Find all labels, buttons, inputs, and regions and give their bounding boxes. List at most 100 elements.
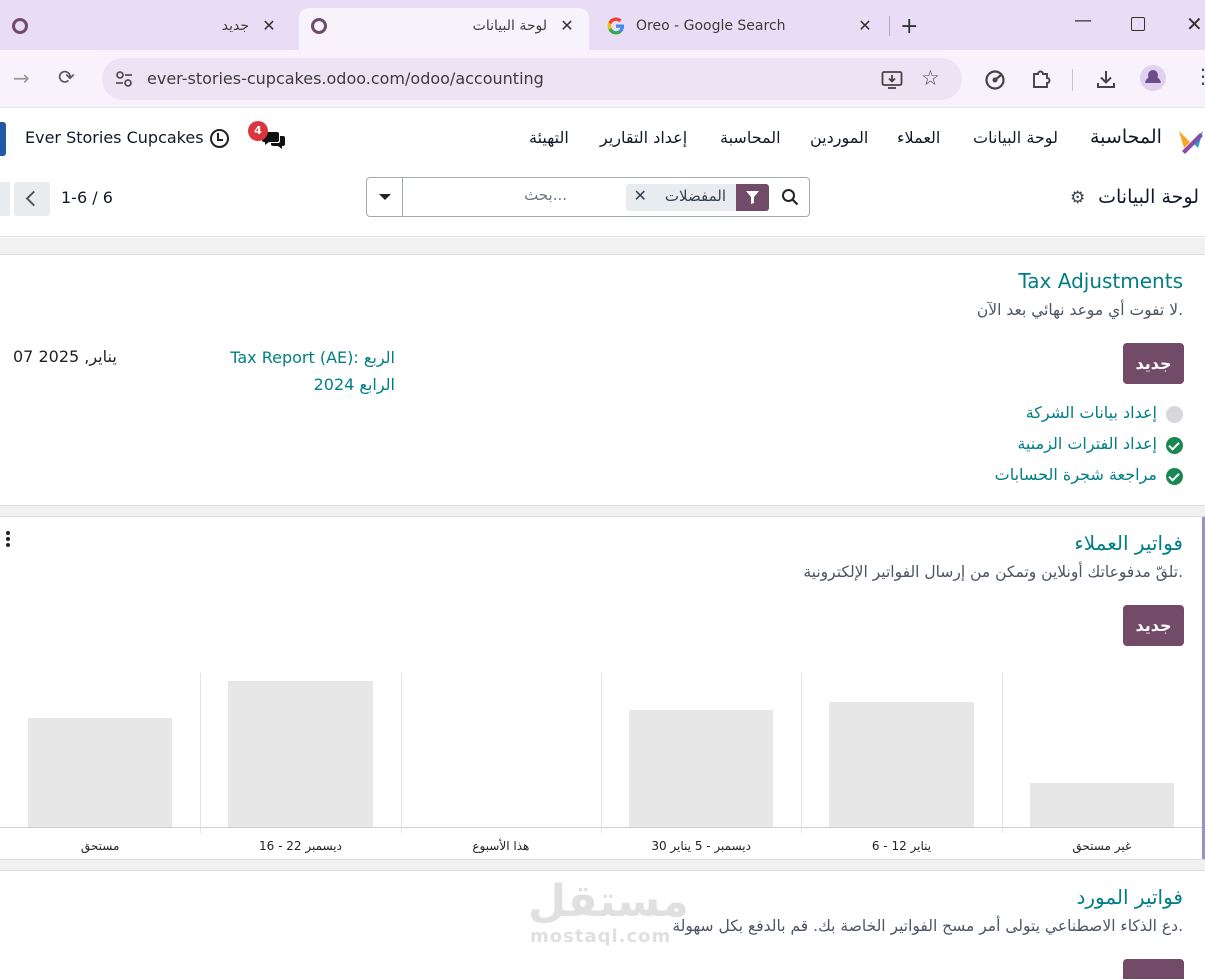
menu-dashboard[interactable]: لوحة البيانات [973,128,1058,147]
chart-gridline [601,673,602,833]
accounting-app-icon[interactable] [1176,125,1205,155]
dashboard-area: Tax Adjustments لا تفوت أي موعد نهائي بع… [0,238,1205,980]
chart-tick-label: مستحق [80,839,120,853]
new-invoice-button[interactable]: جديد [1123,605,1184,646]
close-icon[interactable]: ✕ [557,16,577,35]
chart-gridline [801,673,803,833]
browser-menu-icon[interactable]: ⋮ [1193,64,1205,88]
chart-bar[interactable] [228,681,373,827]
extensions-icon[interactable] [1030,68,1052,90]
card-subtitle: تلقّ مدفوعاتك أونلاين وتمكن من إرسال الف… [803,563,1183,581]
menu-settings[interactable]: التهيئة [529,128,569,147]
window-close-icon[interactable]: ✕ [1186,12,1203,36]
check-icon [1166,437,1183,454]
card-subtitle: دع الذكاء الاصطناعي يتولى أمر مسح الفوات… [672,917,1183,935]
card-title[interactable]: فواتير العملاء [1074,531,1183,555]
tax-report-link-line2: الرابع 2024 [313,375,395,394]
download-icon[interactable] [1095,68,1117,90]
chart-bar[interactable] [629,709,774,827]
pager-next-button[interactable] [0,182,10,216]
browser-tab-dashboard[interactable]: لوحة البيانات ✕ [299,8,589,50]
control-panel: لوحة البيانات ⚙ ✕ المفضلات 1-6 / 6 [0,169,1205,237]
minimize-icon[interactable]: — [1074,10,1092,31]
odoo-icon [311,18,327,34]
page-title: لوحة البيانات [1098,186,1199,208]
step-label: إعداد بيانات الشركة [1025,403,1157,422]
chart-tick-label: هذا الأسبوع [472,839,530,853]
tab-title: لوحة البيانات [472,18,547,34]
pending-icon [1166,406,1183,423]
tab-title: جديد [221,18,249,34]
search-facet: ✕ المفضلات [625,184,769,211]
facet-label: المفضلات [664,187,726,205]
card-options-icon[interactable] [6,531,10,549]
toolbar-separator [1072,69,1073,91]
menu-reporting[interactable]: إعداد التقارير [600,128,687,147]
chart-tick-label: غير مستحق [1072,839,1132,853]
chart-gridline [1001,673,1003,833]
browser-tab-google[interactable]: Oreo - Google Search ✕ [595,8,885,50]
menu-accounting[interactable]: المحاسبة [720,128,781,147]
customer-invoices-card: فواتير العملاء تلقّ مدفوعاتك أونلاين وتم… [0,516,1205,860]
filter-icon [736,184,769,211]
remove-facet-icon[interactable]: ✕ [626,184,655,211]
install-app-icon[interactable] [881,70,903,90]
search-options-toggle[interactable] [367,178,403,216]
watermark-domain: mostaql.com [530,926,672,947]
tax-adjustments-card: Tax Adjustments لا تفوت أي موعد نهائي بع… [0,254,1205,506]
close-icon[interactable]: ✕ [259,16,279,35]
maximize-icon[interactable] [1131,17,1145,31]
check-icon [1166,468,1183,485]
gear-icon[interactable]: ⚙ [1070,188,1085,208]
new-tab-icon[interactable]: + [900,14,918,39]
pager-value[interactable]: 1-6 / 6 [61,188,113,207]
onboarding-step-chart-of-accounts[interactable]: مراجعة شجرة الحسابات [883,465,1183,489]
odoo-navbar: Ever Stories Cupcakes 4 التهيئة إعداد ال… [0,109,1205,169]
side-tab-handle[interactable] [0,122,6,156]
chart-bar[interactable] [1029,782,1174,827]
bookmark-star-icon[interactable]: ☆ [921,66,940,90]
app-name[interactable]: المحاسبة [1090,126,1162,148]
browser-tab-new[interactable]: جديد ✕ [0,8,295,50]
onboarding-step-company[interactable]: إعداد بيانات الشركة [883,403,1183,427]
activity-clock-icon[interactable] [210,129,229,148]
card-title[interactable]: Tax Adjustments [1018,269,1183,293]
reload-icon[interactable]: ⟳ [58,65,75,89]
browser-tab-bar: جديد ✕ لوحة البيانات ✕ Oreo - Google Sea… [0,0,1205,50]
deadline-date: 07 يناير, 2025 [13,347,117,366]
chart-tick-label: 6 - 12 يناير [871,839,932,853]
performance-icon[interactable] [984,69,1006,91]
watermark-text: مستقل [528,876,689,927]
tax-report-link-line1: Tax Report (AE): الربع [230,348,395,367]
new-bill-button[interactable] [1123,959,1184,979]
chart-gridline [400,673,402,833]
chart-tick-label: 16 - 22 ديسمبر [259,839,342,853]
pager-previous-button[interactable] [14,182,50,216]
menu-customers[interactable]: العملاء [897,128,940,147]
tab-title: Oreo - Google Search [636,18,786,34]
tab-separator [889,16,890,36]
chart-tick-label: 30 ديسمبر - 5 يناير [651,839,751,853]
chart-gridline [200,673,202,833]
search-bar: ✕ المفضلات [366,177,810,217]
chart-bar[interactable] [28,717,173,827]
site-info-icon[interactable] [114,69,134,89]
chart-bar[interactable] [829,702,974,827]
search-icon[interactable] [781,188,799,206]
card-title[interactable]: فواتير المورد [1076,885,1183,909]
tax-report-link[interactable]: Tax Report (AE): الربع الرابع 2024 [230,344,395,398]
profile-avatar-icon[interactable] [1140,65,1166,91]
onboarding-step-periods[interactable]: إعداد الفترات الزمنية [883,434,1183,458]
mostaql-watermark: مستقل mostaql.com [528,876,689,956]
menu-vendors[interactable]: الموردين [810,128,868,147]
address-bar[interactable]: ever-stories-cupcakes.odoo.com/odoo/acco… [102,58,962,100]
new-tax-button[interactable]: جديد [1123,343,1184,384]
odoo-icon [12,18,28,34]
search-input[interactable] [407,186,567,204]
company-switcher[interactable]: Ever Stories Cupcakes [25,128,204,147]
forward-icon[interactable]: → [13,66,30,90]
step-label: مراجعة شجرة الحسابات [994,465,1157,484]
step-label: إعداد الفترات الزمنية [1017,434,1157,453]
card-subtitle: لا تفوت أي موعد نهائي بعد الآن. [976,301,1183,319]
close-icon[interactable]: ✕ [855,16,875,35]
